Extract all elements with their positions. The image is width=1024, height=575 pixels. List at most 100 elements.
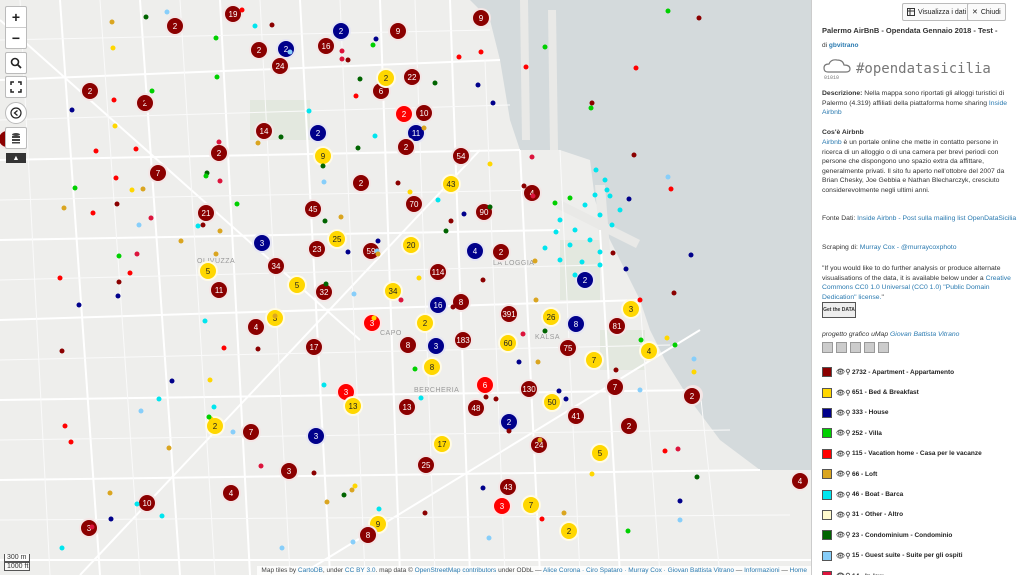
listing-point[interactable] [633,65,639,71]
listing-point[interactable] [483,394,489,400]
cluster-marker[interactable]: 34 [266,256,286,276]
listing-point[interactable] [351,291,357,297]
listing-point[interactable] [90,210,96,216]
listing-point[interactable] [136,222,142,228]
listing-point[interactable] [272,313,278,319]
cluster-marker[interactable]: 24 [270,56,290,76]
search-icon[interactable] [6,53,26,73]
cluster-marker[interactable]: 2 [491,242,511,262]
listing-point[interactable] [279,545,285,551]
listing-point[interactable] [200,222,206,228]
boat-point[interactable] [597,212,603,218]
cluster-marker[interactable]: 2 [396,137,416,157]
listing-point[interactable] [255,140,261,146]
listing-point[interactable] [475,82,481,88]
cluster-marker[interactable]: 4 [246,317,266,337]
cluster-marker[interactable]: 5 [198,261,218,281]
cluster-marker[interactable]: 11 [209,280,229,300]
close-button[interactable]: ✕ Chiudi [967,3,1006,21]
listing-point[interactable] [623,266,629,272]
listing-point[interactable] [532,258,538,264]
attr-osm-link[interactable]: OpenStreetMap contributors [415,567,497,574]
cluster-marker[interactable]: 3 [79,518,99,538]
cluster-marker[interactable]: 2 [415,313,435,333]
listing-point[interactable] [412,366,418,372]
cluster-marker[interactable]: 8 [398,335,418,355]
cluster-marker[interactable]: 2 [209,143,229,163]
listing-point[interactable] [339,56,345,62]
listing-point[interactable] [561,510,567,516]
listing-point[interactable] [217,178,223,184]
listing-point[interactable] [134,251,140,257]
eye-icon[interactable]: 👁 [836,368,845,376]
listing-point[interactable] [234,201,240,207]
cluster-marker[interactable]: 130 [519,379,539,399]
cluster-marker[interactable]: 4 [465,241,485,261]
listing-point[interactable] [61,205,67,211]
cluster-marker[interactable]: 2 [331,21,351,41]
legend-item[interactable]: 👁 ⚲ 333 - House [822,403,1018,423]
zoom-to-icon[interactable]: ⚲ [844,491,852,499]
cluster-marker[interactable]: 2 [249,40,269,60]
listing-point[interactable] [107,490,113,496]
listing-point[interactable] [112,123,118,129]
share-icon[interactable] [6,103,26,123]
eye-icon[interactable]: 👁 [836,491,845,499]
cluster-marker[interactable]: 9 [471,8,491,28]
listing-point[interactable] [353,93,359,99]
boat-point[interactable] [609,222,615,228]
eye-icon[interactable]: 👁 [836,429,845,437]
eye-icon[interactable]: 👁 [836,511,845,519]
listing-point[interactable] [129,187,135,193]
legend-item[interactable]: 👁 ⚲ 15 - Guest suite - Suite per gli ospit… [822,546,1018,566]
listing-point[interactable] [688,252,694,258]
boat-point[interactable] [597,262,603,268]
airbnb-link[interactable]: Airbnb [822,139,842,146]
listing-point[interactable] [320,163,326,169]
cluster-marker[interactable]: 3 [306,426,326,446]
cluster-marker[interactable]: 43 [441,174,461,194]
listing-point[interactable] [110,45,116,51]
listing-point[interactable] [450,304,456,310]
listing-point[interactable] [665,8,671,14]
listing-point[interactable] [677,517,683,523]
listing-point[interactable] [345,249,351,255]
map-canvas[interactable]: OLIVUZZA LA LOGGIA KALSA BERCHERIA CAPO … [0,0,811,575]
cluster-marker[interactable]: 16 [316,36,336,56]
listing-point[interactable] [230,429,236,435]
listing-point[interactable] [637,297,643,303]
cluster-marker[interactable]: 50 [542,392,562,412]
listing-point[interactable] [213,251,219,257]
listing-point[interactable] [539,516,545,521]
listing-point[interactable] [355,145,361,151]
listing-point[interactable] [456,54,462,60]
listing-point[interactable] [59,545,65,551]
listing-point[interactable] [169,378,175,384]
listing-point[interactable] [213,35,219,41]
scraping-link[interactable]: Murray Cox - @murraycoxphoto [860,244,957,251]
cluster-marker[interactable]: 3 [279,461,299,481]
boat-point[interactable] [542,245,548,251]
listing-point[interactable] [448,218,453,224]
boat-point[interactable] [553,229,559,235]
cluster-marker[interactable]: 45 [303,199,323,219]
listing-point[interactable] [321,179,327,185]
cluster-marker[interactable]: 14 [254,121,274,141]
listing-point[interactable] [133,146,139,152]
listing-point[interactable] [416,275,422,281]
listing-point[interactable] [542,328,548,334]
cluster-marker[interactable]: 4 [790,471,810,491]
collapse-button[interactable]: ▲ [6,153,26,163]
cluster-marker[interactable]: 391 [499,304,519,324]
listing-point[interactable] [610,250,616,256]
listing-point[interactable] [352,483,358,489]
listing-point[interactable] [217,228,223,234]
listing-point[interactable] [537,437,543,443]
listing-point[interactable] [480,485,486,491]
cluster-marker[interactable]: 2 [376,68,396,88]
listing-point[interactable] [143,14,149,20]
listing-point[interactable] [486,535,492,541]
listing-point[interactable] [324,499,330,505]
cluster-marker[interactable]: 81 [607,316,627,336]
zoom-out-button[interactable]: − [6,27,26,48]
